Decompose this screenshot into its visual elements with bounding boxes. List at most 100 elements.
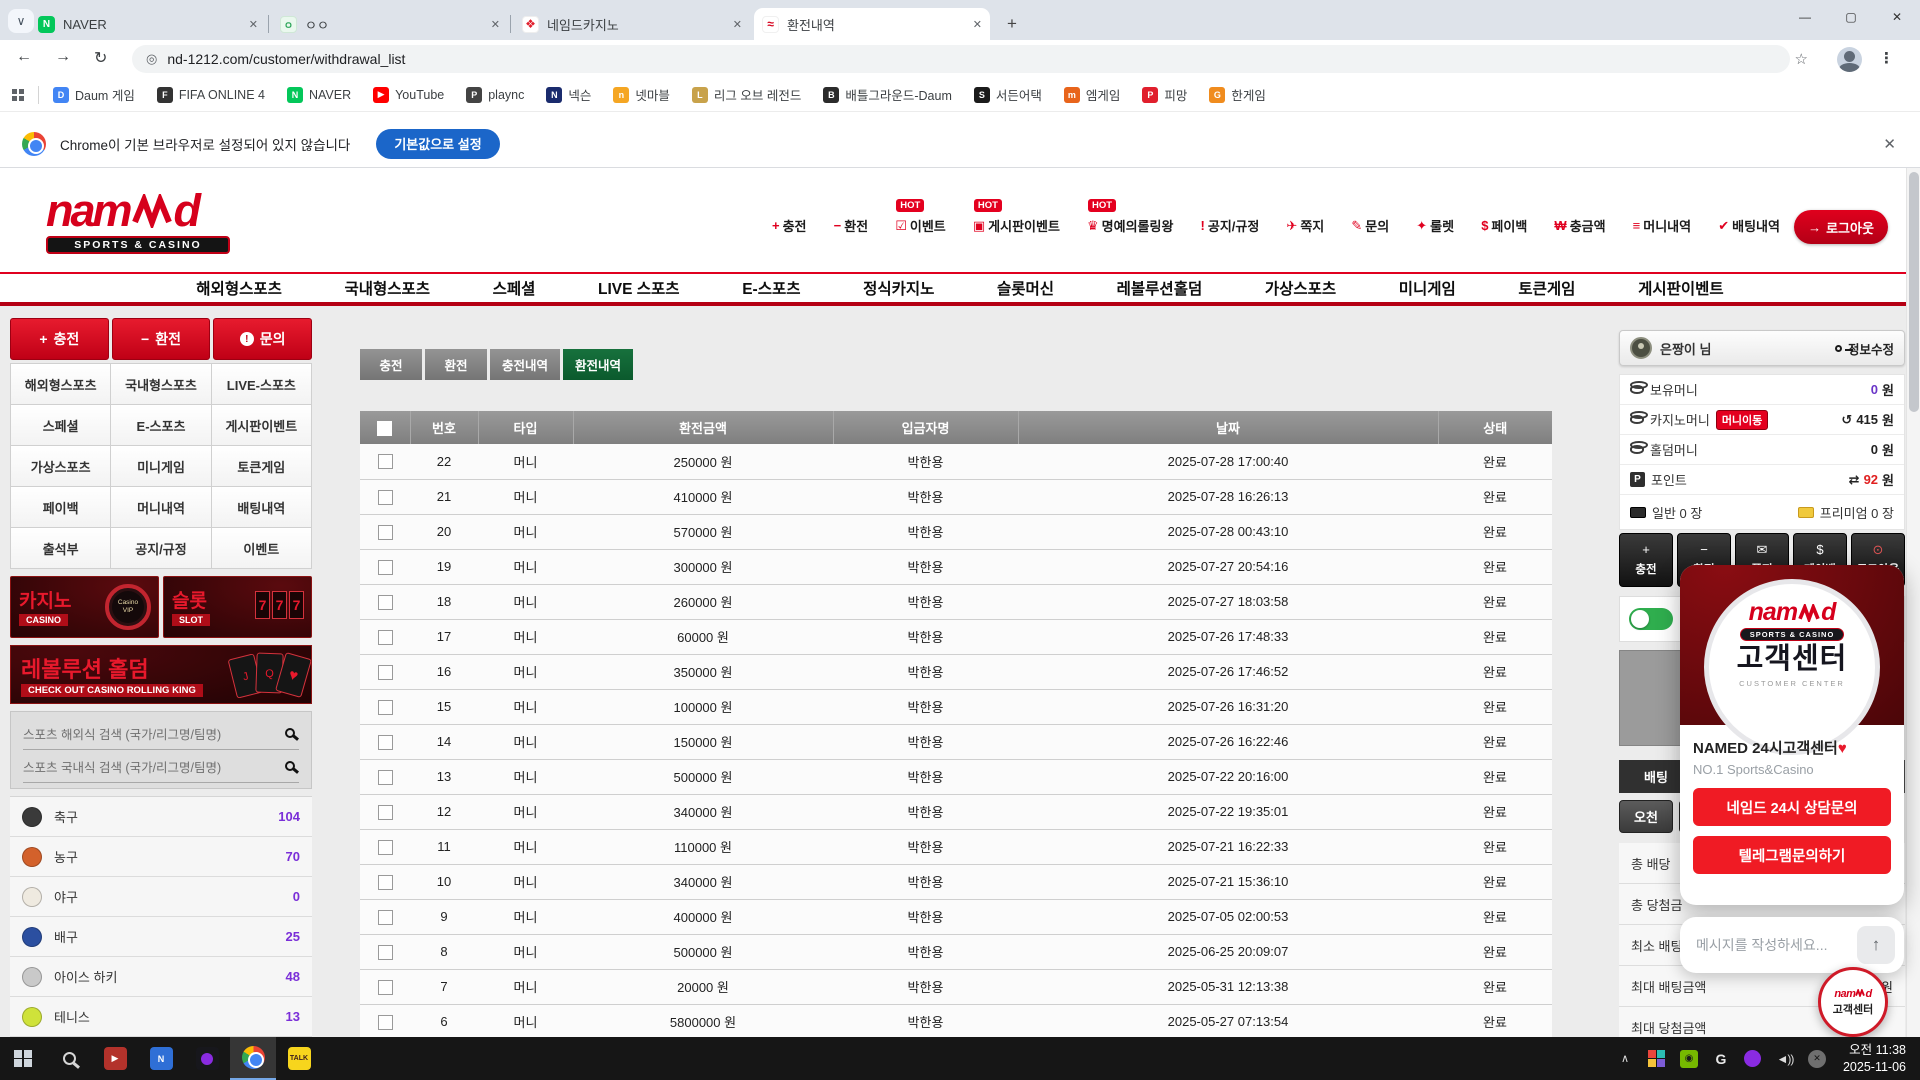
row-checkbox[interactable] — [378, 454, 393, 469]
header-quick-link[interactable]: + 충전 — [772, 216, 807, 235]
set-default-button[interactable]: 기본값으로 설정 — [376, 129, 499, 159]
logout-button[interactable]: → 로그아웃 — [1794, 210, 1888, 244]
nvidia-icon[interactable]: ◉ — [1673, 1037, 1705, 1080]
sidebar-menu-item[interactable]: 게시판이벤트 — [212, 405, 311, 445]
header-quick-link[interactable]: ₩ 충금액 — [1554, 216, 1605, 235]
nav-item[interactable]: 레볼루션홀덤 — [1117, 277, 1203, 299]
bookmark-item[interactable]: ▶ YouTube — [373, 87, 444, 103]
select-all-checkbox[interactable] — [377, 421, 392, 436]
header-quick-link[interactable]: ! 공지/규정 — [1201, 216, 1260, 235]
new-tab-button[interactable]: + — [1000, 12, 1024, 36]
sidebar-menu-item[interactable]: 머니내역 — [111, 487, 210, 527]
sport-list-item[interactable]: 배구 25 — [10, 917, 312, 957]
minimize-button[interactable]: — — [1782, 0, 1828, 34]
row-checkbox[interactable] — [378, 630, 393, 645]
browser-tab[interactable]: ㅇ ㅇㅇ ✕ — [272, 8, 508, 40]
sidebar-menu-item[interactable]: 토큰게임 — [212, 446, 311, 486]
row-checkbox[interactable] — [378, 875, 393, 890]
header-quick-link[interactable]: ✎ 문의 — [1351, 216, 1389, 235]
holdem-banner[interactable]: 레볼루션 홀덤 CHECK OUT CASINO ROLLING KING J … — [10, 645, 312, 704]
bookmark-item[interactable]: n 넷마블 — [613, 85, 670, 104]
named-logo[interactable]: nam d SPORTS & CASINO — [46, 188, 230, 254]
sidebar-menu-item[interactable]: 스페셜 — [11, 405, 110, 445]
row-checkbox[interactable] — [378, 945, 393, 960]
header-quick-link[interactable]: $ 페이백 — [1481, 216, 1527, 235]
sport-list-item[interactable]: 축구 104 — [10, 797, 312, 837]
browser-tab-active[interactable]: ≈ 환전내역 ✕ — [754, 8, 990, 40]
bookmark-item[interactable]: P 피망 — [1142, 85, 1187, 104]
tab-deposit[interactable]: 충전 — [360, 349, 422, 380]
reload-icon[interactable]: ↻ — [94, 48, 107, 68]
volume-icon[interactable]: ◄)) — [1769, 1037, 1801, 1080]
panel-button[interactable]: + 충전 — [1619, 533, 1673, 587]
sports-search-overseas[interactable]: 스포츠 해외식 검색 (국가/리그명/팀명) — [23, 717, 299, 750]
nav-item[interactable]: 가상스포츠 — [1265, 277, 1336, 299]
taskbar-clock[interactable]: 오전 11:38 2025-11-06 — [1843, 1042, 1906, 1075]
tray-expand-icon[interactable]: ∧ — [1609, 1037, 1641, 1080]
browser-tab[interactable]: ❖ 네임드카지노 ✕ — [514, 8, 750, 40]
casino-banner[interactable]: 카지노 CASINO Casino VIP — [10, 576, 159, 638]
bookmark-item[interactable]: L 리그 오브 레전드 — [692, 85, 801, 104]
row-checkbox[interactable] — [378, 910, 393, 925]
row-checkbox[interactable] — [378, 1015, 393, 1030]
nav-item[interactable]: 해외형스포츠 — [196, 277, 282, 299]
nav-item[interactable]: 미니게임 — [1399, 277, 1456, 299]
logitech-g-icon[interactable]: G — [1705, 1037, 1737, 1080]
slot-banner[interactable]: 슬롯 SLOT 777 — [163, 576, 312, 638]
bookmark-item[interactable]: B 배틀그라운드-Daum — [823, 85, 952, 104]
header-quick-link[interactable]: HOT ☑ 이벤트 — [895, 216, 946, 235]
sidebar-inquiry-button[interactable]: ! 문의 — [213, 318, 312, 360]
tab-withdraw[interactable]: 환전 — [425, 349, 487, 380]
taskbar-app-blue[interactable]: N — [138, 1037, 184, 1080]
sidebar-menu-item[interactable]: 해외형스포츠 — [11, 364, 110, 404]
forward-icon[interactable]: → — [55, 48, 71, 66]
bookmark-item[interactable]: D Daum 게임 — [53, 85, 135, 104]
bookmark-item[interactable]: F FIFA ONLINE 4 — [157, 87, 265, 103]
bookmark-item[interactable]: P plaync — [466, 87, 524, 103]
search-icon[interactable] — [285, 728, 295, 738]
notification-close-icon[interactable]: ✕ — [1883, 135, 1896, 153]
bookmark-star-icon[interactable]: ☆ — [1795, 50, 1808, 68]
row-checkbox[interactable] — [378, 595, 393, 610]
sport-list-item[interactable]: 야구 0 — [10, 877, 312, 917]
nav-item[interactable]: LIVE 스포츠 — [598, 277, 680, 299]
browser-menu-icon[interactable]: ⋮ — [1879, 49, 1894, 67]
tab-close-icon[interactable]: ✕ — [491, 18, 500, 31]
sport-list-item[interactable]: 농구 70 — [10, 837, 312, 877]
nav-item[interactable]: 국내형스포츠 — [344, 277, 430, 299]
sidebar-menu-item[interactable]: 페이백 — [11, 487, 110, 527]
row-checkbox[interactable] — [378, 980, 393, 995]
bookmark-item[interactable]: G 한게임 — [1209, 85, 1266, 104]
site-info-icon[interactable]: ◎ — [146, 51, 157, 67]
edit-profile-button[interactable]: 정보수정 — [1835, 339, 1894, 358]
row-checkbox[interactable] — [378, 490, 393, 505]
bookmark-item[interactable]: N 넥슨 — [546, 85, 591, 104]
row-checkbox[interactable] — [378, 525, 393, 540]
sport-list-item[interactable]: 테니스 13 — [10, 997, 312, 1037]
sidebar-menu-item[interactable]: 가상스포츠 — [11, 446, 110, 486]
sidebar-menu-item[interactable]: 출석부 — [11, 528, 110, 568]
sidebar-deposit-button[interactable]: + 충전 — [10, 318, 109, 360]
tray-close-icon[interactable]: ✕ — [1801, 1037, 1833, 1080]
back-icon[interactable]: ← — [16, 48, 32, 66]
nav-item[interactable]: 토큰게임 — [1518, 277, 1575, 299]
refresh-icon[interactable]: ↺ — [1841, 412, 1852, 428]
url-field[interactable]: ◎ nd-1212.com/customer/withdrawal_list — [132, 45, 1790, 73]
header-quick-link[interactable]: ✔ 배팅내역 — [1718, 216, 1780, 235]
sidebar-menu-item[interactable]: E-스포츠 — [111, 405, 210, 445]
chat-input[interactable]: 메시지를 작성하세요... — [1696, 935, 1827, 955]
page-scrollbar[interactable] — [1906, 168, 1920, 1037]
apps-grid-icon[interactable] — [12, 89, 24, 101]
tray-purple-app-icon[interactable] — [1737, 1037, 1769, 1080]
row-checkbox[interactable] — [378, 840, 393, 855]
send-icon[interactable]: ↑ — [1857, 926, 1895, 964]
sport-list-item[interactable]: 아이스 하키 48 — [10, 957, 312, 997]
swap-icon[interactable]: ⇄ — [1849, 472, 1860, 488]
row-checkbox[interactable] — [378, 735, 393, 750]
sidebar-menu-item[interactable]: LIVE-스포츠 — [212, 364, 311, 404]
header-quick-link[interactable]: − 환전 — [834, 216, 869, 235]
tab-withdraw-history[interactable]: 환전내역 — [563, 349, 633, 380]
sidebar-menu-item[interactable]: 미니게임 — [111, 446, 210, 486]
browser-tab[interactable]: N NAVER ✕ — [30, 8, 266, 40]
search-icon[interactable] — [285, 761, 295, 771]
